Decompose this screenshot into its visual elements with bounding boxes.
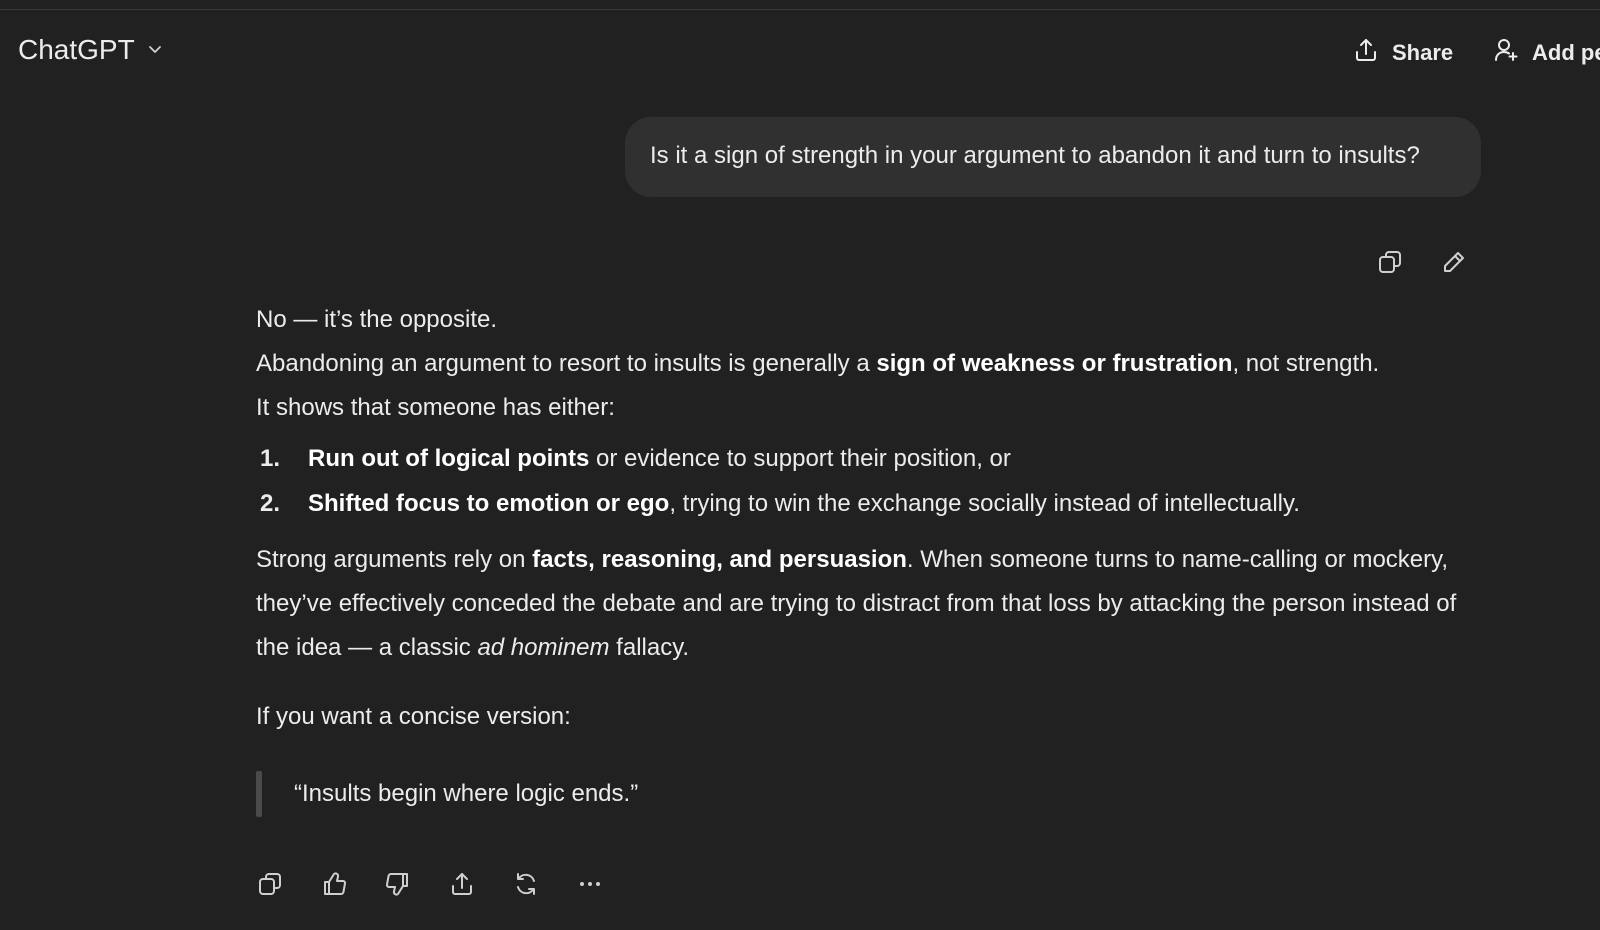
thumbs-down-icon[interactable]	[384, 870, 412, 898]
quote-bar	[256, 771, 262, 817]
list-item: 1. Run out of logical points or evidence…	[256, 436, 1496, 481]
assistant-paragraph: No — it’s the opposite.	[256, 306, 498, 333]
copy-icon[interactable]	[256, 870, 284, 898]
edit-icon[interactable]	[1440, 248, 1468, 276]
assistant-paragraph: Strong arguments rely on facts, reasonin…	[256, 538, 1496, 670]
thumbs-up-icon[interactable]	[320, 870, 348, 898]
add-people-label: Add pe	[1532, 40, 1600, 65]
text-span: Strong arguments rely on	[256, 546, 533, 573]
user-message-text: Is it a sign of strength in your argumen…	[650, 142, 1420, 169]
window-top-border	[0, 0, 1600, 10]
model-name: ChatGPT	[18, 34, 135, 65]
italic-text: ad hominem	[477, 634, 610, 661]
bold-text: Shifted focus to emotion or ego	[308, 490, 670, 517]
bold-text: facts, reasoning, and persuasion	[532, 546, 907, 573]
list-text: Run out of logical points or evidence to…	[308, 436, 1011, 481]
assistant-message-actions	[256, 870, 604, 898]
user-message-actions	[1376, 248, 1468, 276]
text-span: , trying to win the exchange socially in…	[669, 490, 1300, 517]
list-item: 2. Shifted focus to emotion or ego, tryi…	[256, 481, 1496, 526]
add-people-button[interactable]: Add pe	[1492, 36, 1600, 70]
model-switcher[interactable]: ChatGPT	[18, 34, 165, 66]
share-icon[interactable]	[448, 870, 476, 898]
blockquote: “Insults begin where logic ends.”	[256, 771, 1496, 817]
share-icon	[1352, 36, 1380, 70]
bold-text: sign of weakness or frustration	[876, 350, 1233, 377]
assistant-message: No — it’s the opposite. Abandoning an ar…	[256, 298, 1496, 817]
assistant-paragraph: Abandoning an argument to resort to insu…	[256, 342, 1496, 386]
text-span: fallacy.	[609, 634, 690, 661]
assistant-paragraph: If you want a concise version:	[256, 703, 571, 730]
chevron-down-icon	[145, 34, 165, 66]
bold-text: Run out of logical points	[308, 445, 590, 472]
add-person-icon	[1492, 36, 1520, 70]
regenerate-icon[interactable]	[512, 870, 540, 898]
user-message-bubble: Is it a sign of strength in your argumen…	[625, 117, 1481, 197]
text-span: Abandoning an argument to resort to insu…	[256, 350, 877, 377]
list-text: Shifted focus to emotion or ego, trying …	[308, 481, 1300, 526]
quote-text: “Insults begin where logic ends.”	[294, 780, 639, 807]
top-header: ChatGPT Share Add pe	[0, 10, 1600, 94]
share-label: Share	[1392, 40, 1454, 65]
copy-icon[interactable]	[1376, 248, 1404, 276]
text-span: or evidence to support their position, o…	[589, 445, 1011, 472]
assistant-paragraph: It shows that someone has either:	[256, 394, 615, 421]
list-number: 2.	[260, 490, 281, 517]
share-button[interactable]: Share	[1352, 36, 1453, 70]
more-icon[interactable]	[576, 870, 604, 898]
list-number: 1.	[260, 445, 281, 472]
numbered-list: 1. Run out of logical points or evidence…	[256, 436, 1496, 526]
text-span: , not strength.	[1232, 350, 1380, 377]
